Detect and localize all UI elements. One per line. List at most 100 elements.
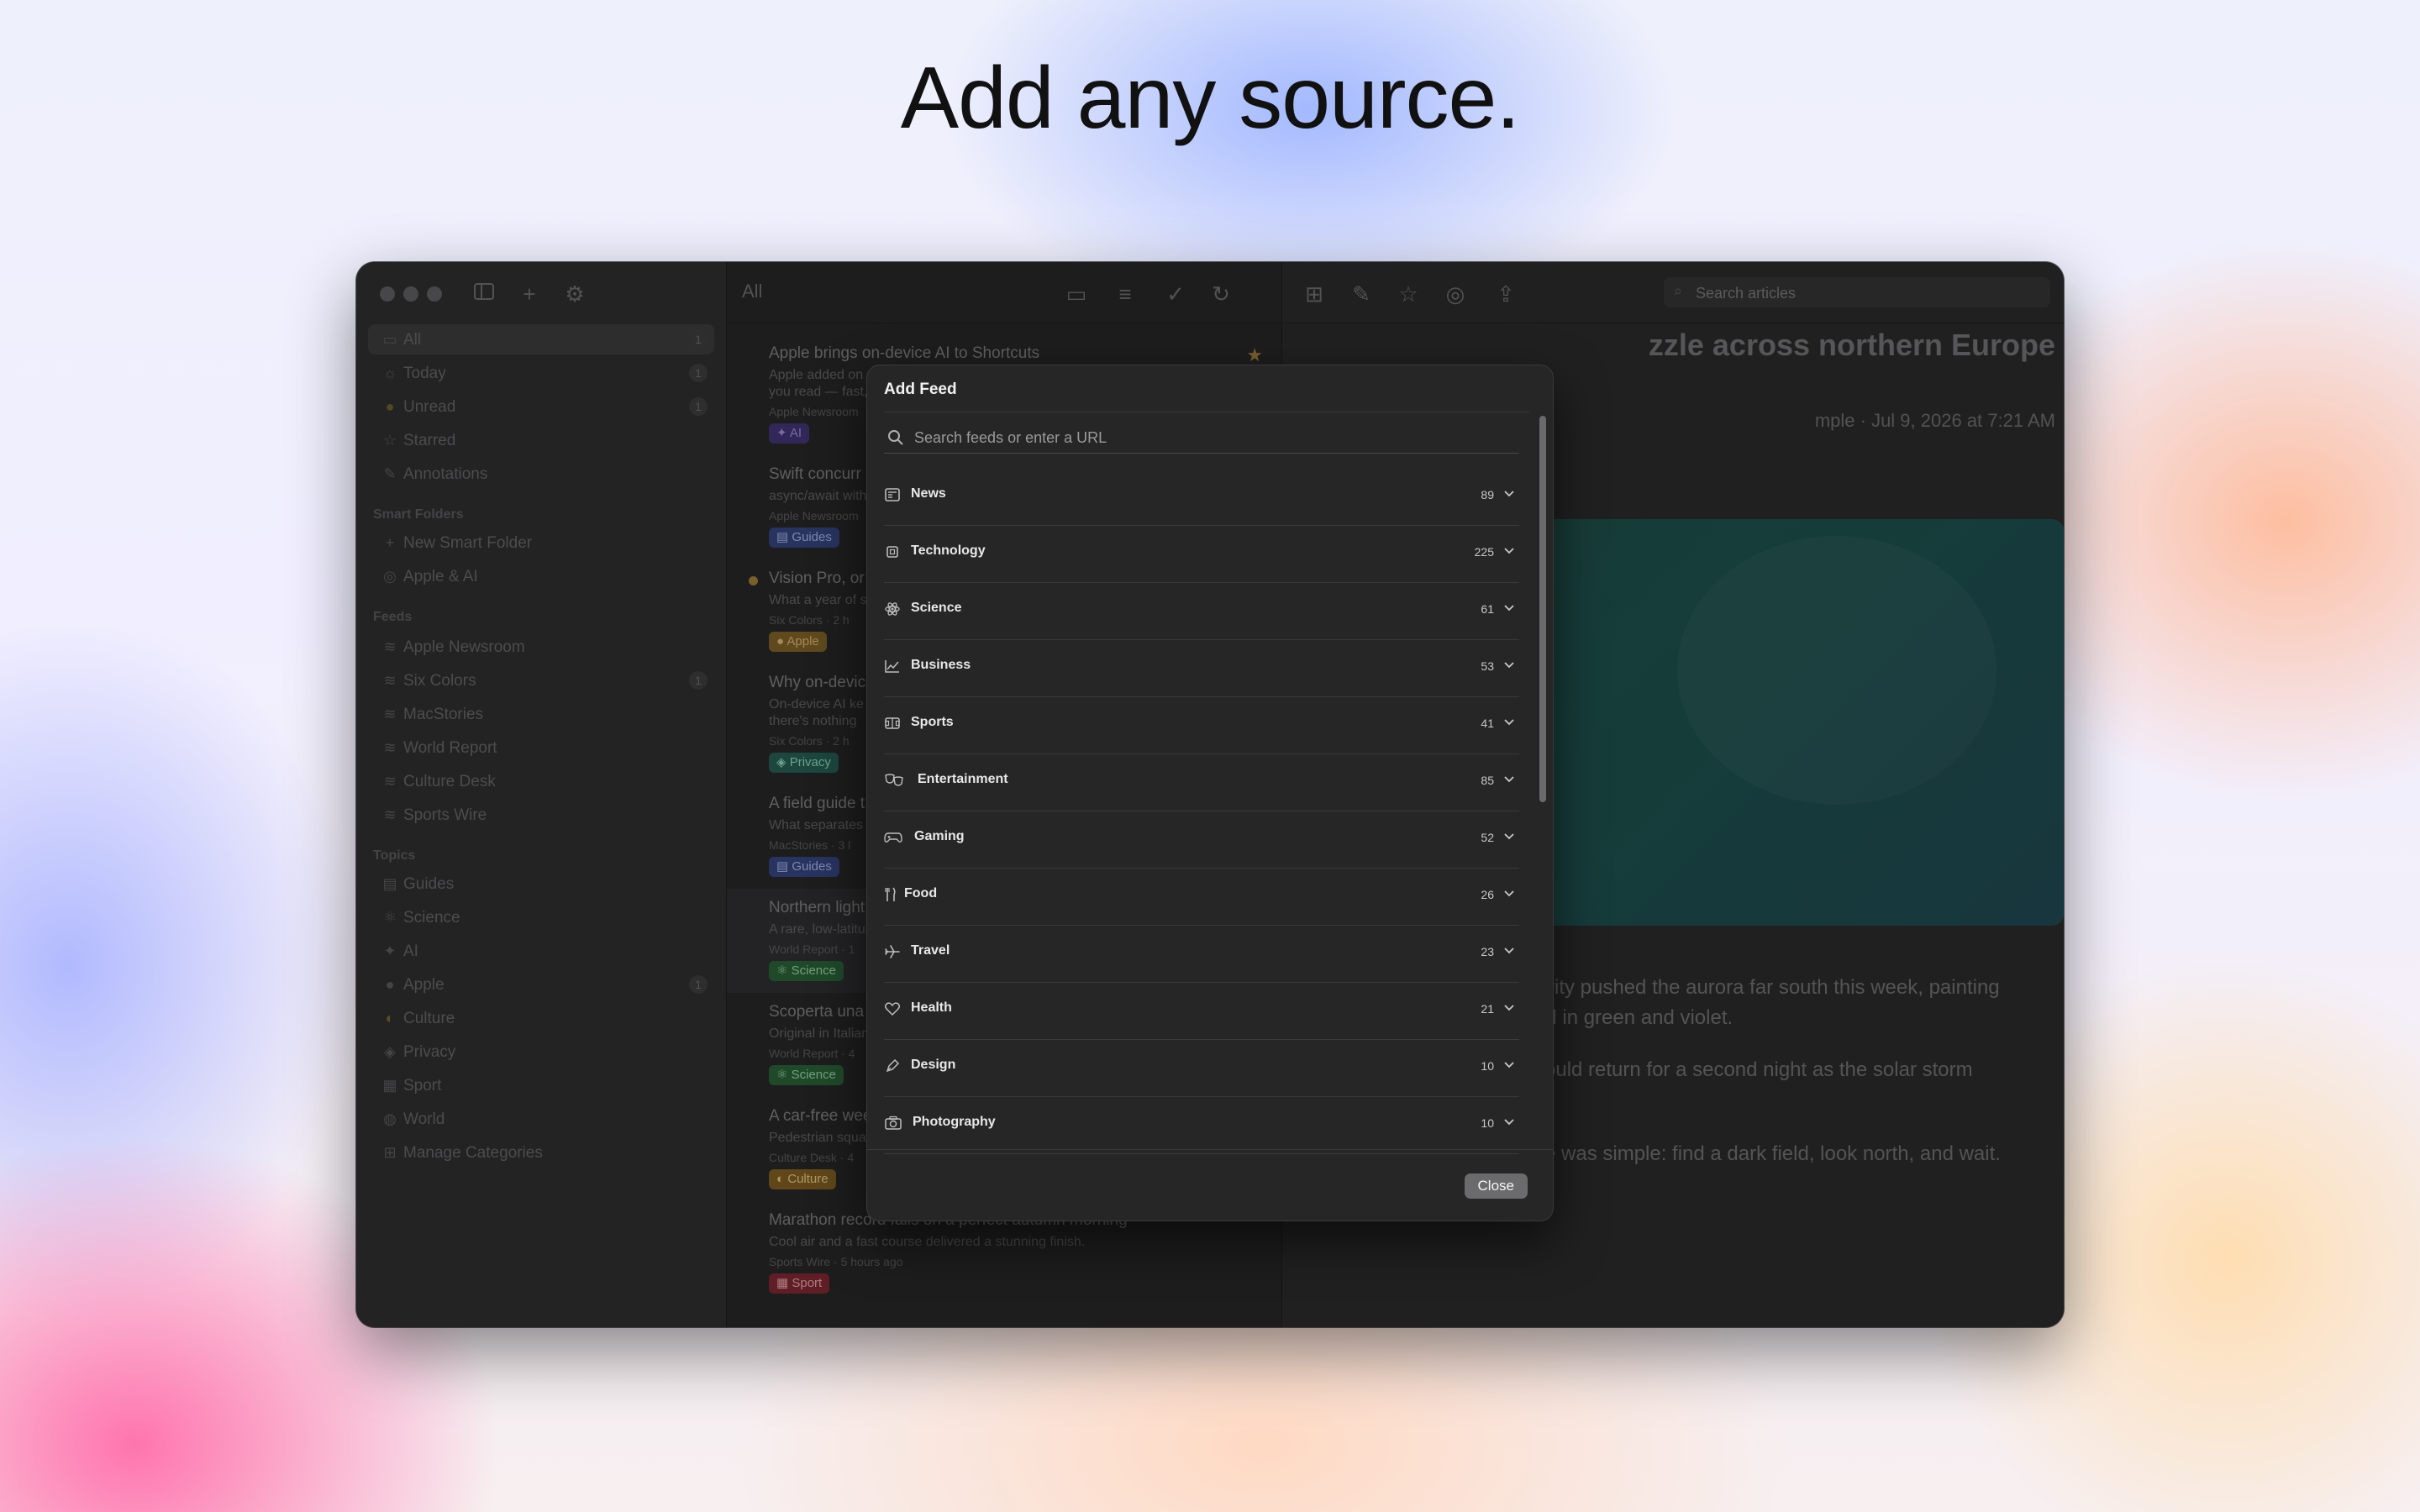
chevron-down-icon[interactable]: [1502, 543, 1518, 559]
category-row-news[interactable]: News 89: [884, 468, 1519, 526]
sidebar-item-starred[interactable]: ☆ Starred: [368, 425, 714, 455]
sidebar-item-feed[interactable]: ≋ World Report: [368, 732, 714, 763]
share-icon[interactable]: ⇪: [1492, 281, 1519, 307]
chevron-down-icon[interactable]: [1502, 886, 1518, 901]
sidebar-item-manage-categories[interactable]: ⊞ Manage Categories: [368, 1137, 714, 1168]
dialog-title: Add Feed: [884, 381, 957, 398]
category-row-sports[interactable]: Sports 41: [884, 696, 1519, 754]
annotate-pen-icon[interactable]: ✎: [1348, 281, 1375, 307]
sidebar-item-feed[interactable]: ≋ Sports Wire: [368, 800, 714, 830]
sidebar: + ⚙ ▭ All 1 ☼ Today 1 ● Unread 1 ☆ Starr…: [356, 262, 727, 1327]
category-row-health[interactable]: Health 21: [884, 982, 1519, 1040]
tag-badge: ⚛ Science: [769, 961, 844, 981]
sidebar-item-feed[interactable]: ≋ Six Colors 1: [368, 665, 714, 696]
list-item[interactable]: Marathon record falls on a perfect autum…: [727, 1211, 1281, 1304]
sidebar-item-topic-world[interactable]: ◍ World: [368, 1104, 714, 1134]
sidebar-item-topic-culture[interactable]: ◐ Culture: [368, 1003, 714, 1033]
category-count: 10: [1481, 1116, 1494, 1130]
sidebar-item-topic-apple[interactable]: ● Apple 1: [368, 969, 714, 1000]
gear-icon[interactable]: ⚙: [561, 281, 588, 307]
article-search-input[interactable]: [1694, 281, 2033, 306]
sidebar-toggle-icon[interactable]: [471, 281, 497, 307]
category-row-entertainment[interactable]: Entertainment 85: [884, 753, 1519, 811]
sidebar-item-unread[interactable]: ● Unread 1: [368, 391, 714, 422]
chevron-down-icon[interactable]: [1502, 1115, 1518, 1130]
feed-search-input[interactable]: [913, 423, 1504, 453]
rss-icon: ≋: [383, 806, 397, 823]
category-row-science[interactable]: Science 61: [884, 582, 1519, 640]
category-label: Travel: [911, 943, 950, 958]
sidebar-item-apple-ai[interactable]: ◎ Apple & AI: [368, 561, 714, 591]
filter-menu-icon[interactable]: ≡: [1112, 281, 1139, 307]
tag-badge: ✦ AI: [769, 423, 810, 444]
sidebar-item-feed[interactable]: ≋ Apple Newsroom: [368, 632, 714, 662]
rss-icon: ≋: [383, 672, 397, 689]
zoom-window-button[interactable]: [427, 286, 442, 302]
gamepad-icon: [884, 829, 902, 848]
topics-header: Topics: [373, 848, 416, 863]
chevron-down-icon[interactable]: [1502, 772, 1518, 787]
sidebar-item-topic-ai[interactable]: ✦ AI: [368, 936, 714, 966]
category-row-food[interactable]: Food 26: [884, 868, 1519, 926]
sidebar-item-topic-guides[interactable]: ▤ Guides: [368, 869, 714, 899]
category-label: Science: [911, 601, 962, 615]
sidebar-item-today[interactable]: ☼ Today 1: [368, 358, 714, 388]
article-body-line: tivity pushed the aurora far south this …: [1534, 976, 2000, 999]
list-title: All: [742, 281, 763, 302]
sidebar-item-all[interactable]: ▭ All 1: [368, 324, 714, 354]
category-row-business[interactable]: Business 53: [884, 639, 1519, 697]
close-window-button[interactable]: [380, 286, 395, 302]
book-icon: ▤: [382, 875, 397, 892]
atom-icon: [884, 601, 902, 619]
category-label: Gaming: [914, 829, 965, 843]
layout-menu-icon[interactable]: ▭: [1063, 281, 1090, 307]
refresh-icon[interactable]: ↻: [1207, 281, 1234, 307]
tag-badge: ◐ Culture: [769, 1169, 836, 1189]
scrollbar[interactable]: [1539, 416, 1546, 802]
sidebar-count: 1: [689, 671, 708, 690]
sidebar-item-topic-sport[interactable]: ▦ Sport: [368, 1070, 714, 1100]
category-row-photography[interactable]: Photography 10: [884, 1096, 1519, 1154]
sidebar-item-new-smart-folder[interactable]: + New Smart Folder: [368, 528, 714, 558]
sidebar-item-feed[interactable]: ≋ Culture Desk: [368, 766, 714, 796]
star-icon[interactable]: ☆: [1395, 281, 1422, 307]
globe-icon: ◍: [383, 1110, 397, 1127]
article-search[interactable]: ⌕: [1664, 277, 2050, 307]
article-body-line: ce was simple: find a dark field, look n…: [1534, 1142, 2001, 1165]
close-button[interactable]: Close: [1464, 1173, 1528, 1199]
sidebar-item-topic-privacy[interactable]: ◈ Privacy: [368, 1037, 714, 1067]
rss-icon: ≋: [383, 638, 397, 655]
sidebar-item-topic-science[interactable]: ⚛ Science: [368, 902, 714, 932]
category-row-design[interactable]: Design 10: [884, 1039, 1519, 1097]
sidebar-item-annotations[interactable]: ✎ Annotations: [368, 459, 714, 489]
rss-icon: ≋: [383, 739, 397, 756]
chevron-down-icon[interactable]: [1502, 1000, 1518, 1016]
mark-all-read-icon[interactable]: ✓: [1162, 281, 1189, 307]
star-icon: ★: [1246, 344, 1263, 365]
chevron-down-icon[interactable]: [1502, 1058, 1518, 1073]
sidebar-count: 1: [689, 330, 708, 349]
chevron-down-icon[interactable]: [1502, 658, 1518, 673]
chevron-down-icon[interactable]: [1502, 601, 1518, 616]
grid-icon[interactable]: ⊞: [1301, 281, 1328, 307]
compass-icon[interactable]: ◎: [1442, 281, 1469, 307]
search-icon: [888, 430, 903, 445]
sidebar-item-feed[interactable]: ≋ MacStories: [368, 699, 714, 729]
tag-badge: ▤ Guides: [769, 857, 839, 877]
chevron-down-icon[interactable]: [1502, 943, 1518, 958]
add-icon[interactable]: +: [516, 281, 543, 307]
chevron-down-icon[interactable]: [1502, 829, 1518, 844]
category-row-technology[interactable]: Technology 225: [884, 525, 1519, 583]
category-row-travel[interactable]: Travel 23: [884, 925, 1519, 983]
chevron-down-icon[interactable]: [1502, 715, 1518, 730]
smart-folders-header: Smart Folders: [373, 507, 464, 522]
category-row-gaming[interactable]: Gaming 52: [884, 811, 1519, 869]
category-label: Design: [911, 1058, 956, 1072]
feed-search-field[interactable]: [884, 423, 1519, 454]
camera-icon: [884, 1115, 902, 1133]
chevron-down-icon[interactable]: [1502, 486, 1518, 501]
sidebar-count: 1: [689, 975, 708, 994]
minimize-window-button[interactable]: [403, 286, 418, 302]
category-count: 10: [1481, 1059, 1494, 1073]
category-label: Sports: [911, 715, 954, 729]
